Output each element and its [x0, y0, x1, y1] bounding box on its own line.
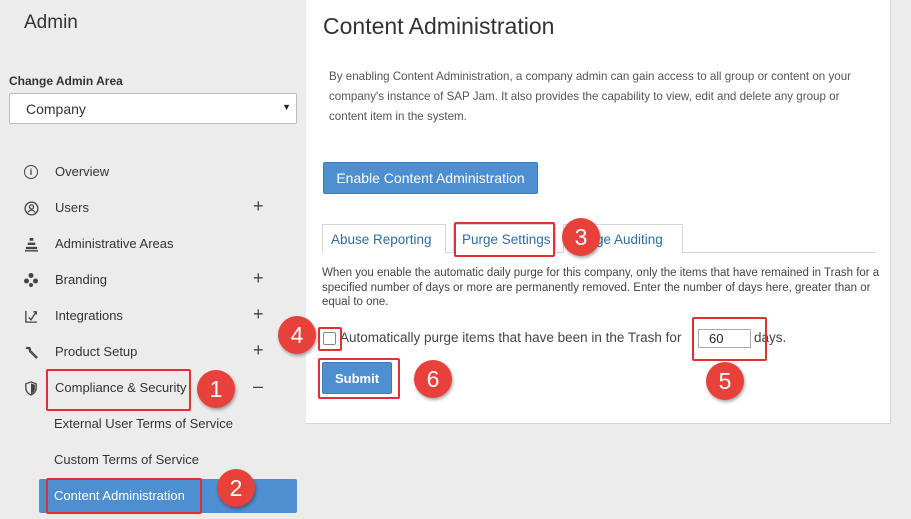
page-title: Content Administration	[323, 13, 555, 39]
sidebar-item-label: Branding	[55, 272, 108, 287]
purge-days-suffix: days.	[754, 330, 787, 345]
step-badge-6: 6	[414, 360, 452, 398]
auto-purge-checkbox[interactable]	[323, 332, 336, 345]
palette-icon	[22, 271, 40, 289]
integration-icon	[22, 307, 40, 325]
expand-icon[interactable]: +	[253, 340, 264, 361]
step-badge-4: 4	[278, 316, 316, 354]
purge-description: When you enable the automatic daily purg…	[322, 267, 880, 308]
sidebar-item-branding[interactable]: Branding +	[0, 262, 306, 298]
sidebar-subitem-label: Content Administration	[54, 488, 185, 503]
sidebar-item-compliance-security[interactable]: Compliance & Security –	[0, 370, 306, 406]
step-badge-5: 5	[706, 362, 744, 400]
sidebar-subitem-content-administration[interactable]: Content Administration	[39, 479, 297, 513]
sidebar-subitem-external-user-terms[interactable]: External User Terms of Service	[0, 407, 306, 441]
sidebar-item-label: Overview	[55, 164, 110, 179]
auto-purge-label: Automatically purge items that have been…	[340, 330, 682, 345]
user-icon	[22, 199, 40, 217]
admin-area-label: Change Admin Area	[9, 74, 123, 88]
admin-area-select[interactable]: Company ▼	[9, 93, 297, 124]
sidebar-item-integrations[interactable]: Integrations +	[0, 298, 306, 334]
sidebar-item-overview[interactable]: i Overview	[0, 154, 306, 190]
sidebar-item-administrative-areas[interactable]: Administrative Areas	[0, 226, 306, 262]
admin-area-select-value: Company	[26, 101, 86, 117]
sidebar-subitem-label: Custom Terms of Service	[54, 452, 199, 467]
step-badge-1: 1	[197, 370, 235, 408]
sidebar-item-label: Integrations	[55, 308, 123, 323]
collapse-icon[interactable]: –	[253, 376, 263, 397]
page-description: By enabling Content Administration, a co…	[329, 70, 852, 123]
step-badge-2: 2	[217, 469, 255, 507]
sidebar-item-label: Administrative Areas	[55, 236, 174, 251]
sidebar-subitem-label: External User Terms of Service	[54, 416, 233, 431]
hierarchy-icon	[22, 235, 40, 253]
sidebar-item-product-setup[interactable]: Product Setup +	[0, 334, 306, 370]
chevron-down-icon: ▼	[282, 102, 291, 112]
expand-icon[interactable]: +	[253, 304, 264, 325]
tab-abuse-reporting[interactable]: Abuse Reporting	[322, 224, 446, 253]
purge-days-input[interactable]: 60	[698, 329, 751, 348]
shield-icon	[22, 379, 40, 397]
sidebar: Admin Change Admin Area Company ▼ i Over…	[0, 0, 306, 519]
sidebar-subitem-custom-terms[interactable]: Custom Terms of Service	[0, 443, 306, 477]
step-badge-3: 3	[562, 218, 600, 256]
expand-icon[interactable]: +	[253, 196, 264, 217]
sidebar-item-label: Compliance & Security	[55, 380, 187, 395]
sidebar-title: Admin	[24, 12, 78, 33]
tab-purge-settings[interactable]: Purge Settings	[453, 224, 556, 253]
sidebar-item-label: Users	[55, 200, 89, 215]
expand-icon[interactable]: +	[253, 268, 264, 289]
wrench-icon	[22, 343, 40, 361]
enable-content-administration-button[interactable]: Enable Content Administration	[323, 162, 538, 194]
main-panel: Content Administration By enabling Conte…	[306, 0, 891, 424]
sidebar-item-label: Product Setup	[55, 344, 138, 359]
info-icon: i	[22, 163, 40, 181]
sidebar-item-users[interactable]: Users +	[0, 190, 306, 226]
submit-button[interactable]: Submit	[322, 362, 392, 394]
